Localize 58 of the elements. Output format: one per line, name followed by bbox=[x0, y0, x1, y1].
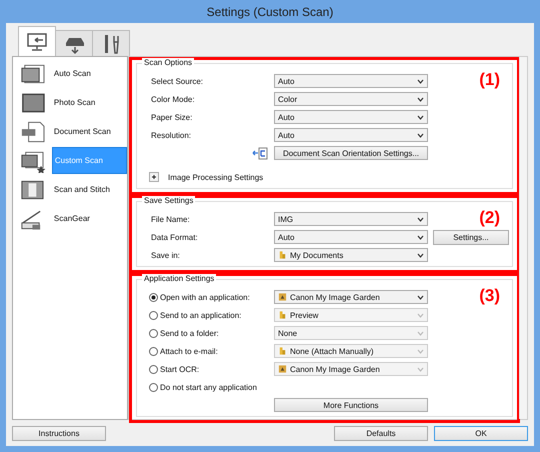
dropdown[interactable]: Color bbox=[274, 92, 428, 106]
radio-button[interactable] bbox=[149, 382, 158, 392]
callout-number: (3) bbox=[479, 286, 500, 306]
dialog-button[interactable]: OK bbox=[434, 426, 528, 440]
window-title: Settings (Custom Scan) bbox=[206, 4, 334, 18]
tab[interactable] bbox=[55, 30, 93, 56]
caret-icon bbox=[417, 348, 424, 354]
radio-button[interactable] bbox=[149, 292, 158, 302]
section-toggle-label[interactable]: Image Processing Settings bbox=[168, 172, 264, 182]
dropdown[interactable]: Auto bbox=[274, 230, 428, 244]
caret-icon bbox=[417, 252, 424, 258]
callout-number: (2) bbox=[479, 208, 500, 228]
group-title: Application Settings bbox=[142, 274, 216, 283]
field-label: Save in: bbox=[151, 250, 180, 260]
callout-number: (1) bbox=[479, 70, 500, 90]
field-label: Select Source: bbox=[151, 76, 204, 86]
dropdown[interactable]: Auto bbox=[274, 128, 428, 142]
sidebar-item[interactable]: Document Scan bbox=[52, 118, 127, 145]
scan-mode-icon bbox=[19, 120, 46, 144]
expand-icon[interactable] bbox=[149, 172, 159, 182]
dropdown[interactable]: IMG bbox=[274, 212, 428, 226]
settings-button[interactable]: Settings... bbox=[433, 230, 509, 244]
field-label: Resolution: bbox=[151, 130, 192, 140]
sidebar-item[interactable]: Scan and Stitch bbox=[52, 176, 127, 203]
caret-icon bbox=[417, 216, 424, 222]
orientation-icon bbox=[252, 146, 268, 160]
field-label: Paper Size: bbox=[151, 112, 192, 122]
dropdown[interactable]: Auto bbox=[274, 110, 428, 124]
dialog-button[interactable]: Instructions bbox=[12, 426, 106, 440]
action-button[interactable]: More Functions bbox=[274, 398, 428, 412]
caret-icon bbox=[417, 96, 424, 102]
dropdown[interactable]: Auto bbox=[274, 74, 428, 88]
sidebar-item[interactable]: ScanGear bbox=[52, 205, 127, 232]
caret-icon bbox=[417, 132, 424, 138]
caret-icon bbox=[417, 312, 424, 318]
caret-icon bbox=[417, 234, 424, 240]
sidebar-item[interactable]: Auto Scan bbox=[52, 60, 127, 87]
tab[interactable] bbox=[92, 30, 130, 56]
dialog-button[interactable]: Defaults bbox=[334, 426, 428, 440]
caret-icon bbox=[417, 114, 424, 120]
scan-mode-icon bbox=[19, 90, 46, 114]
dropdown[interactable]: My Documents bbox=[274, 248, 428, 262]
radio-label[interactable]: Do not start any application bbox=[160, 382, 257, 392]
monitor-icon bbox=[26, 30, 48, 52]
radio-label[interactable]: Open with an application: bbox=[160, 292, 250, 302]
group-title: Scan Options bbox=[142, 58, 194, 67]
group-title: Save Settings bbox=[142, 196, 196, 205]
caret-icon bbox=[417, 78, 424, 84]
sidebar-item[interactable]: Photo Scan bbox=[52, 89, 127, 116]
caret-icon bbox=[417, 294, 424, 300]
field-label: Data Format: bbox=[151, 232, 198, 242]
field-label: Color Mode: bbox=[151, 94, 195, 104]
tab[interactable] bbox=[18, 26, 56, 56]
caret-icon bbox=[417, 366, 424, 372]
dropdown[interactable]: Canon My Image Garden bbox=[274, 290, 428, 304]
caret-icon bbox=[417, 330, 424, 336]
action-button[interactable]: Document Scan Orientation Settings... bbox=[274, 146, 428, 160]
field-label: File Name: bbox=[151, 214, 190, 224]
